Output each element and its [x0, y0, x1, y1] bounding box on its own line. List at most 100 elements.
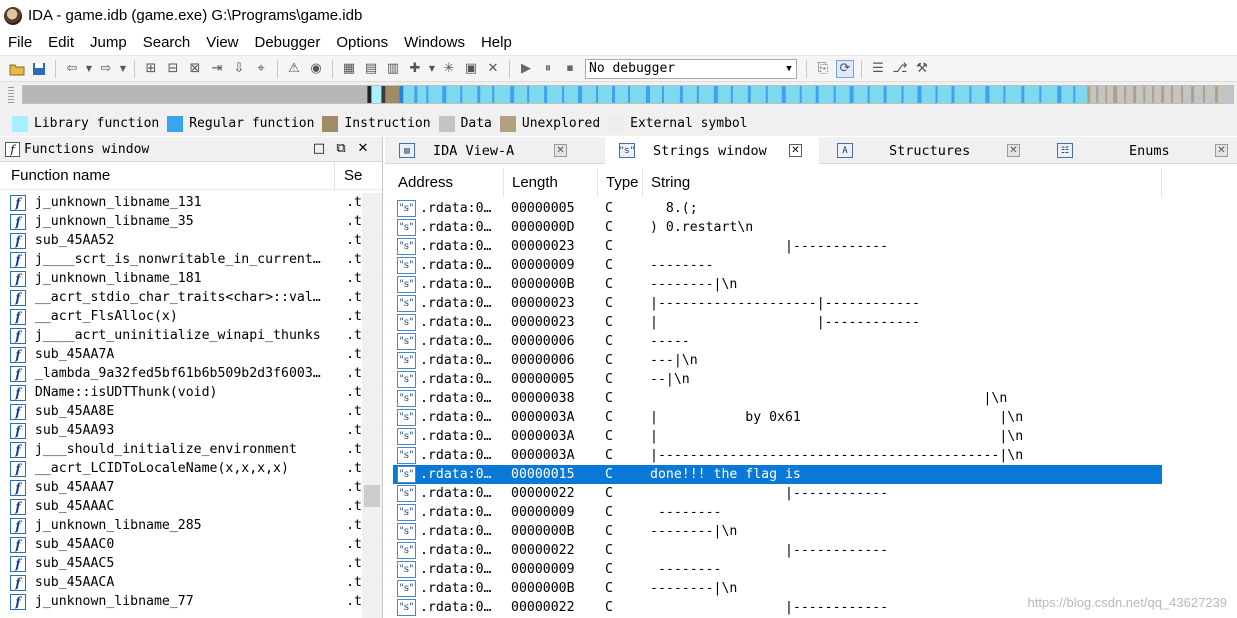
string-row[interactable]: "s" .rdata:0… 00000022 C |------------: [393, 484, 1162, 503]
function-row[interactable]: f sub_45AAA7 .t: [0, 478, 362, 497]
string-row[interactable]: "s" .rdata:0… 0000000B C --------|\n: [393, 275, 1162, 294]
breakpoint-list-icon[interactable]: ⌖: [252, 60, 270, 78]
attach-icon[interactable]: ⎘: [814, 60, 832, 78]
debugger-select[interactable]: No debugger ▼: [585, 58, 797, 79]
make-data-icon[interactable]: ▤: [362, 60, 380, 78]
string-row[interactable]: "s" .rdata:0… 00000023 C |------------: [393, 237, 1162, 256]
menu-help[interactable]: Help: [473, 31, 520, 54]
string-row[interactable]: "s" .rdata:0… 0000003A C | |\n: [393, 427, 1162, 446]
tab-strings-window[interactable]: "s" Strings window ✕: [605, 137, 819, 164]
branch-icon[interactable]: ⎇: [891, 60, 909, 78]
column-address[interactable]: Address: [390, 169, 504, 197]
column-segment[interactable]: Se: [335, 167, 362, 184]
function-row[interactable]: f __acrt_stdio_char_traits<char>::val… .t: [0, 288, 362, 307]
make-string-icon[interactable]: ▥: [384, 60, 402, 78]
minimize-icon[interactable]: □: [308, 141, 330, 156]
function-row[interactable]: f j_unknown_libname_181 .t: [0, 269, 362, 288]
menu-jump[interactable]: Jump: [82, 31, 135, 54]
function-row[interactable]: f __acrt_FlsAlloc(x) .t: [0, 307, 362, 326]
close-icon[interactable]: ✕: [789, 144, 802, 157]
function-row[interactable]: f j____acrt_uninitialize_winapi_thunks .t: [0, 326, 362, 345]
menu-search[interactable]: Search: [135, 31, 199, 54]
column-type[interactable]: Type: [598, 169, 643, 197]
binary-search-icon[interactable]: ⊞: [142, 60, 160, 78]
function-row[interactable]: f j____scrt_is_nonwritable_in_current… .t: [0, 250, 362, 269]
immediate-search-icon[interactable]: ⊠: [186, 60, 204, 78]
function-row[interactable]: f j___should_initialize_environment .t: [0, 440, 362, 459]
string-row-selected[interactable]: "s" .rdata:0… 00000015 Cdone!!! the flag is: [393, 465, 1162, 484]
close-icon[interactable]: ✕: [1215, 144, 1228, 157]
function-row[interactable]: f sub_45AA8E .t: [0, 402, 362, 421]
function-row[interactable]: f sub_45AAAC .t: [0, 497, 362, 516]
tab-ida-view-a[interactable]: ▤ IDA View-A ✕: [399, 137, 597, 164]
segment-icon[interactable]: ▣: [462, 60, 480, 78]
search-next-icon[interactable]: ⇥: [208, 60, 226, 78]
struct-icon[interactable]: ✳: [440, 60, 458, 78]
string-row[interactable]: "s" .rdata:0… 0000003A C |------------------…: [393, 446, 1162, 465]
close-icon[interactable]: ✕: [352, 141, 374, 156]
play-icon[interactable]: ▶: [517, 60, 535, 78]
column-function-name[interactable]: Function name: [0, 161, 335, 190]
string-row[interactable]: "s" .rdata:0… 00000006 C ---|\n: [393, 351, 1162, 370]
string-row[interactable]: "s" .rdata:0… 00000022 C |------------: [393, 541, 1162, 560]
function-row[interactable]: f sub_45AAC0 .t: [0, 535, 362, 554]
tab-structures[interactable]: A Structures ✕: [837, 137, 1027, 164]
back-icon[interactable]: ⇦: [63, 60, 81, 78]
string-row[interactable]: "s" .rdata:0… 00000005 C 8.(;: [393, 199, 1162, 218]
refresh-icon[interactable]: ⟳: [836, 59, 854, 78]
grip-icon[interactable]: [8, 87, 14, 104]
add-icon[interactable]: ✚: [406, 60, 424, 78]
string-row[interactable]: "s" .rdata:0… 00000009 C --------: [393, 256, 1162, 275]
save-icon[interactable]: [30, 60, 48, 78]
dropdown-icon[interactable]: ▼: [85, 60, 93, 78]
stop-icon[interactable]: ⏹: [561, 60, 579, 78]
menu-view[interactable]: View: [198, 31, 246, 54]
functions-scrollbar[interactable]: [362, 193, 382, 618]
close-icon[interactable]: ✕: [1007, 144, 1020, 157]
navigation-band-strip[interactable]: [22, 85, 1234, 104]
menu-windows[interactable]: Windows: [396, 31, 473, 54]
string-row[interactable]: "s" .rdata:0… 0000000D C) 0.restart\n: [393, 218, 1162, 237]
forward-icon[interactable]: ⇨: [97, 60, 115, 78]
list-icon[interactable]: ☰: [869, 60, 887, 78]
function-row[interactable]: f j_unknown_libname_285 .t: [0, 516, 362, 535]
menu-file[interactable]: File: [0, 31, 40, 54]
string-row[interactable]: "s" .rdata:0… 0000003A C | by 0x61 |\n: [393, 408, 1162, 427]
make-code-icon[interactable]: ▦: [340, 60, 358, 78]
close-icon[interactable]: ✕: [554, 144, 567, 157]
down-arrow-icon[interactable]: ⇩: [230, 60, 248, 78]
function-row[interactable]: f sub_45AAC5 .t: [0, 554, 362, 573]
tab-enums[interactable]: ☷ Enums ✕: [1057, 137, 1237, 164]
string-row[interactable]: "s" .rdata:0… 00000009 C --------: [393, 503, 1162, 522]
menu-options[interactable]: Options: [328, 31, 396, 54]
function-row[interactable]: f _lambda_9a32fed5bf61b6b509b2d3f6003… .t: [0, 364, 362, 383]
string-row[interactable]: "s" .rdata:0… 00000005 C --|\n: [393, 370, 1162, 389]
undefine-icon[interactable]: ✕: [484, 60, 502, 78]
function-row[interactable]: f DName::isUDTThunk(void) .t: [0, 383, 362, 402]
disk-icon[interactable]: ◉: [307, 60, 325, 78]
open-icon[interactable]: [8, 60, 26, 78]
string-row[interactable]: "s" .rdata:0… 00000023 C | |------------: [393, 313, 1162, 332]
string-row[interactable]: "s" .rdata:0… 00000006 C -----: [393, 332, 1162, 351]
function-row[interactable]: f sub_45AACA .t: [0, 573, 362, 592]
warning-icon[interactable]: ⚠: [285, 60, 303, 78]
menu-debugger[interactable]: Debugger: [247, 31, 329, 54]
function-row[interactable]: f j_unknown_libname_77 .t: [0, 592, 362, 611]
function-row[interactable]: f __acrt_LCIDToLocaleName(x,x,x,x) .t: [0, 459, 362, 478]
function-row[interactable]: f sub_45AA7A .t: [0, 345, 362, 364]
string-row[interactable]: "s" .rdata:0… 00000023 C |------------------…: [393, 294, 1162, 313]
scrollbar-thumb[interactable]: [364, 485, 380, 507]
dropdown-icon[interactable]: ▼: [428, 60, 436, 78]
dropdown-icon[interactable]: ▼: [119, 60, 127, 78]
text-search-icon[interactable]: ⊟: [164, 60, 182, 78]
column-length[interactable]: Length: [504, 169, 598, 197]
tools-icon[interactable]: ⚒: [913, 60, 931, 78]
float-icon[interactable]: ⧉: [330, 141, 352, 156]
pause-icon[interactable]: ⏸: [539, 60, 557, 78]
function-row[interactable]: f sub_45AA93 .t: [0, 421, 362, 440]
menu-edit[interactable]: Edit: [40, 31, 82, 54]
string-row[interactable]: "s" .rdata:0… 0000000B C --------|\n: [393, 522, 1162, 541]
string-row[interactable]: "s" .rdata:0… 00000038 C |\n: [393, 389, 1162, 408]
function-row[interactable]: f sub_45AA52 .t: [0, 231, 362, 250]
function-row[interactable]: f j_unknown_libname_35 .t: [0, 212, 362, 231]
